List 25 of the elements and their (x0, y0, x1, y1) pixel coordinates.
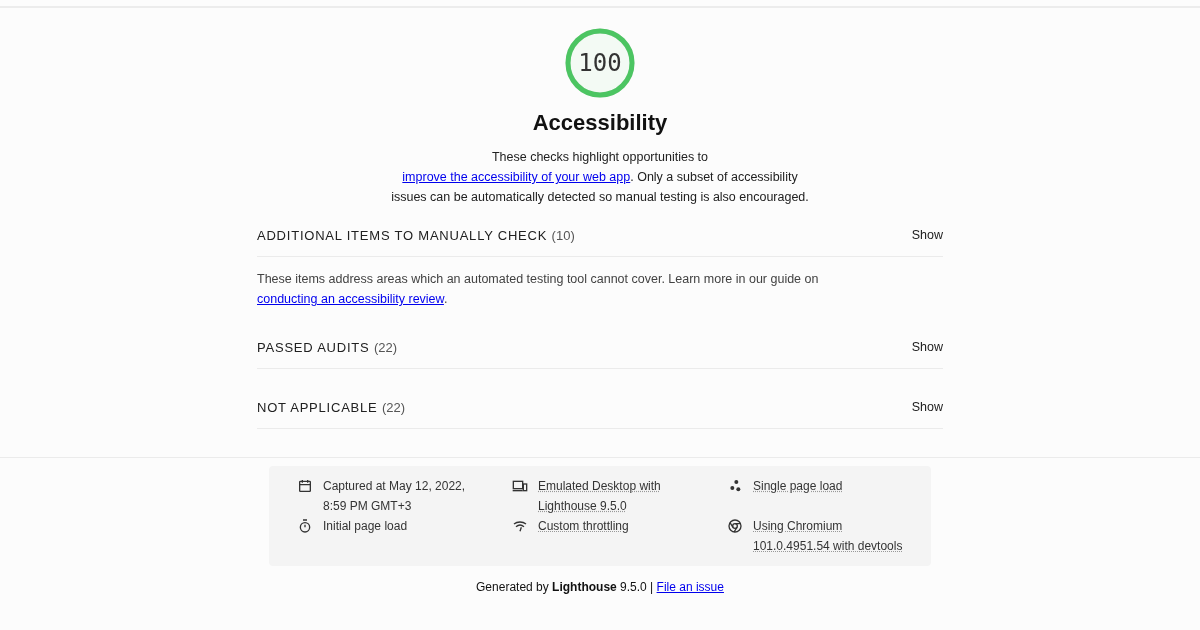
group-description: These items address areas which an automated testing tool cannot cover. Learn more in our guide on conducting an accessibility review. (257, 271, 820, 308)
environment-item: Emulated Desktop with Lighthouse 9.5.0 (538, 478, 662, 515)
link[interactable]: conducting an accessibility review (257, 292, 444, 306)
calendar-icon (297, 478, 313, 494)
show-toggle[interactable]: Show (911, 226, 943, 245)
environment-item: Using Chromium 101.0.4951.54 with devtools (753, 518, 903, 555)
environment-item: Custom throttling (538, 518, 629, 535)
footer-text: Generated by Lighthouse 9.5.0 | File an issue (475, 579, 725, 596)
group-title: PASSED AUDITS (22) (257, 338, 397, 357)
show-toggle[interactable]: Show (911, 338, 943, 357)
category-description: These checks highlight opportunities to improve the accessibility of your web app. Only a subset of accessibility issues can be automatically detected so manual testing is also encouraged. (390, 149, 810, 206)
browser-icon (727, 518, 743, 534)
stopwatch-icon (297, 518, 313, 534)
group-title: ADDITIONAL ITEMS TO MANUALLY CHECK (10) (257, 226, 575, 245)
dots-icon (727, 478, 743, 494)
category-title: Accessibility (532, 109, 668, 137)
devices-icon (512, 478, 528, 494)
wifi-icon (512, 518, 528, 534)
environment-item: Initial page load (323, 518, 408, 535)
show-toggle[interactable]: Show (911, 398, 943, 417)
group-title: NOT APPLICABLE (22) (257, 398, 406, 417)
environment-item: Captured at May 12, 2022, 8:59 PM GMT+3 (323, 478, 467, 515)
environment-item: Single page load (753, 478, 843, 495)
file-issue-link[interactable]: File an issue (656, 580, 724, 594)
score-value: 100 (578, 49, 622, 77)
